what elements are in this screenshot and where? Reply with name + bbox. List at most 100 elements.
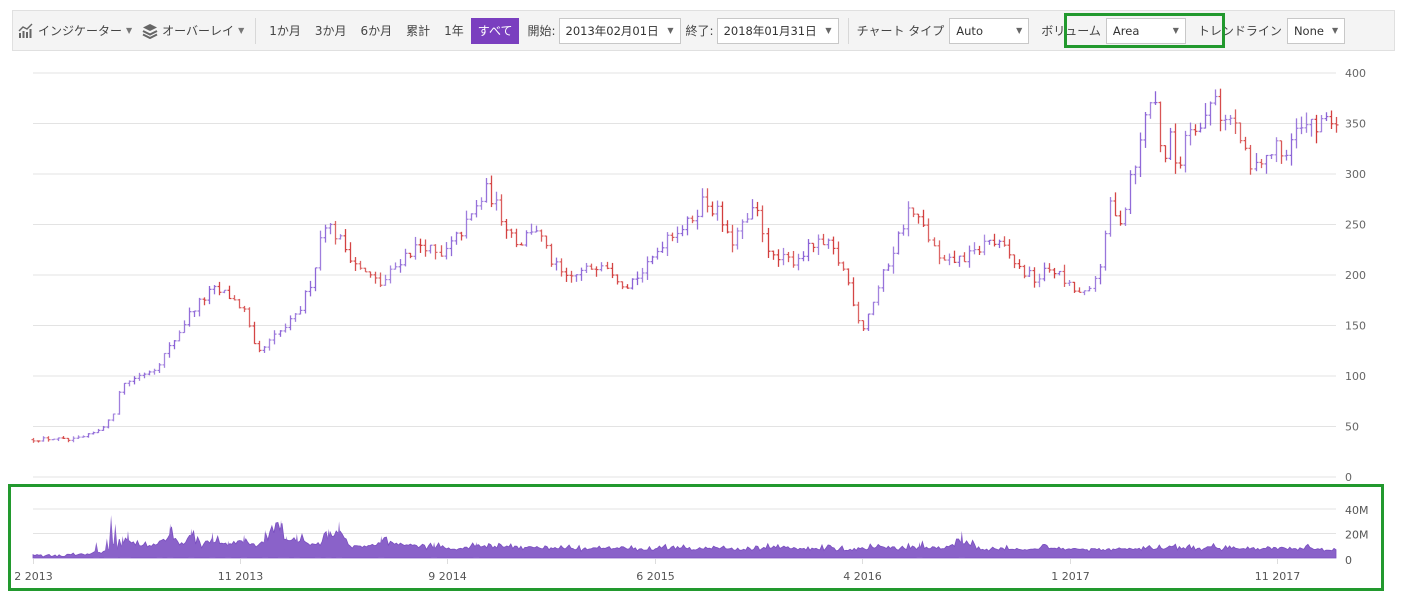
ohlc-bar-down <box>730 224 735 253</box>
ohlc-bar-down <box>31 437 36 443</box>
ohlc-bar-up <box>1143 112 1148 148</box>
ohlc-bar-down <box>977 245 982 255</box>
ohlc-bar-up <box>1098 263 1103 285</box>
ohlc-bar-down <box>1113 192 1118 217</box>
ohlc-bar-down <box>358 260 363 270</box>
ohlc-bar-up <box>1304 112 1309 133</box>
ohlc-bar-up <box>871 301 876 316</box>
ohlc-bar-up <box>454 231 459 245</box>
ohlc-bar-down <box>1158 101 1163 153</box>
ohlc-bar-down <box>549 243 554 267</box>
ohlc-bar-down <box>1062 264 1067 287</box>
ohlc-bar-up <box>428 244 433 254</box>
ohlc-bar-up <box>1254 153 1259 172</box>
ohlc-bar-up <box>750 199 755 220</box>
ohlc-bar-up <box>51 438 56 441</box>
ohlc-bar-up <box>106 419 111 429</box>
ohlc-bar-up <box>393 262 398 270</box>
volume-grid <box>33 508 1336 534</box>
ohlc-bar-up <box>398 259 403 273</box>
ohlc-bar-up <box>1138 132 1143 178</box>
ohlc-bar-down <box>257 340 262 353</box>
ohlc-bar-down <box>433 244 438 260</box>
ohlc-bar-down <box>705 188 710 213</box>
price-y-tick-label: 350 <box>1345 118 1366 131</box>
ohlc-bar-up <box>71 436 76 443</box>
ohlc-bar-down <box>1259 158 1264 169</box>
ohlc-bar-up <box>293 313 298 322</box>
ohlc-bar-down <box>504 218 509 239</box>
ohlc-bar-up <box>1123 207 1128 226</box>
ohlc-bar-up <box>303 290 308 314</box>
ohlc-bar-up <box>162 352 167 368</box>
price-y-axis: 0 50 100 150 200 250 300 350 400 <box>1345 67 1366 484</box>
ohlc-bar-down <box>232 295 237 301</box>
volume-spike <box>93 542 100 558</box>
stock-chart[interactable]: 0 50 100 150 200 250 300 350 400 0 20M 40M 2 2013 1… <box>0 0 1406 599</box>
ohlc-bar-up <box>1168 127 1173 160</box>
ohlc-bar-up <box>469 213 474 221</box>
ohlc-bar-down <box>1193 124 1198 136</box>
ohlc-bar-up <box>278 330 283 337</box>
ohlc-bar-down <box>690 215 695 224</box>
ohlc-bar-up <box>745 213 750 223</box>
ohlc-bar-up <box>177 330 182 342</box>
ohlc-bar-down <box>363 267 368 273</box>
ohlc-bar-up <box>1324 112 1329 122</box>
ohlc-bar-up <box>147 370 152 376</box>
ohlc-bar-up <box>288 315 293 331</box>
ohlc-bar-up <box>700 188 705 218</box>
ohlc-bar-down <box>841 261 846 271</box>
ohlc-bar-up <box>1223 114 1228 131</box>
ohlc-bar-down <box>1022 264 1027 279</box>
volume-y-tick-label: 0 <box>1345 554 1352 567</box>
x-tick-label: 6 2015 <box>636 570 675 583</box>
ohlc-bar-up <box>152 368 157 375</box>
volume-y-axis: 0 20M 40M <box>1345 504 1369 567</box>
price-y-tick-label: 200 <box>1345 269 1366 282</box>
price-y-tick-label: 250 <box>1345 219 1366 232</box>
ohlc-bar-down <box>1047 263 1052 273</box>
ohlc-bar-down <box>539 229 544 242</box>
ohlc-bar-down <box>202 297 207 306</box>
ohlc-bar-up <box>554 257 559 271</box>
ohlc-bar-up <box>1198 122 1203 133</box>
ohlc-bar-up <box>997 239 1002 249</box>
ohlc-bar-down <box>1279 140 1284 164</box>
ohlc-bar-up <box>207 285 212 305</box>
ohlc-bar-up <box>323 224 328 243</box>
ohlc-bar-down <box>46 436 51 442</box>
ohlc-bar-up <box>906 201 911 237</box>
ohlc-bar-up <box>1042 262 1047 282</box>
ohlc-bar-up <box>901 224 906 236</box>
ohlc-bar-down <box>1007 239 1012 259</box>
x-tick-label: 9 2014 <box>428 570 467 583</box>
ohlc-bar-down <box>1052 267 1057 279</box>
ohlc-bar-down <box>1077 287 1082 293</box>
ohlc-bar-down <box>1233 109 1238 135</box>
ohlc-bar-down <box>851 277 856 307</box>
ohlc-bar-up <box>1208 101 1213 126</box>
ohlc-bar-up <box>86 433 91 438</box>
ohlc-bar-down <box>846 268 851 286</box>
ohlc-bar-up <box>187 307 192 327</box>
volume-area-series <box>32 515 1337 559</box>
ohlc-bar-up <box>982 234 987 256</box>
ohlc-bar-up <box>816 234 821 255</box>
ohlc-bar-up <box>876 285 881 306</box>
ohlc-bar-up <box>1037 273 1042 288</box>
ohlc-bar-up <box>142 372 147 379</box>
ohlc-bar-down <box>247 307 252 328</box>
ohlc-bar-up <box>91 431 96 435</box>
ohlc-bar-up <box>881 269 886 292</box>
ohlc-bar-up <box>665 232 670 257</box>
ohlc-bar-down <box>1314 114 1319 144</box>
ohlc-bar-down <box>373 271 378 284</box>
ohlc-bar-up <box>157 363 162 374</box>
ohlc-bar-up <box>283 323 288 333</box>
price-ohlc-series <box>31 88 1339 443</box>
ohlc-bar-up <box>675 226 680 243</box>
ohlc-bar-down <box>544 235 549 249</box>
ohlc-bar-down <box>348 242 353 264</box>
ohlc-bar-up <box>1188 122 1193 146</box>
